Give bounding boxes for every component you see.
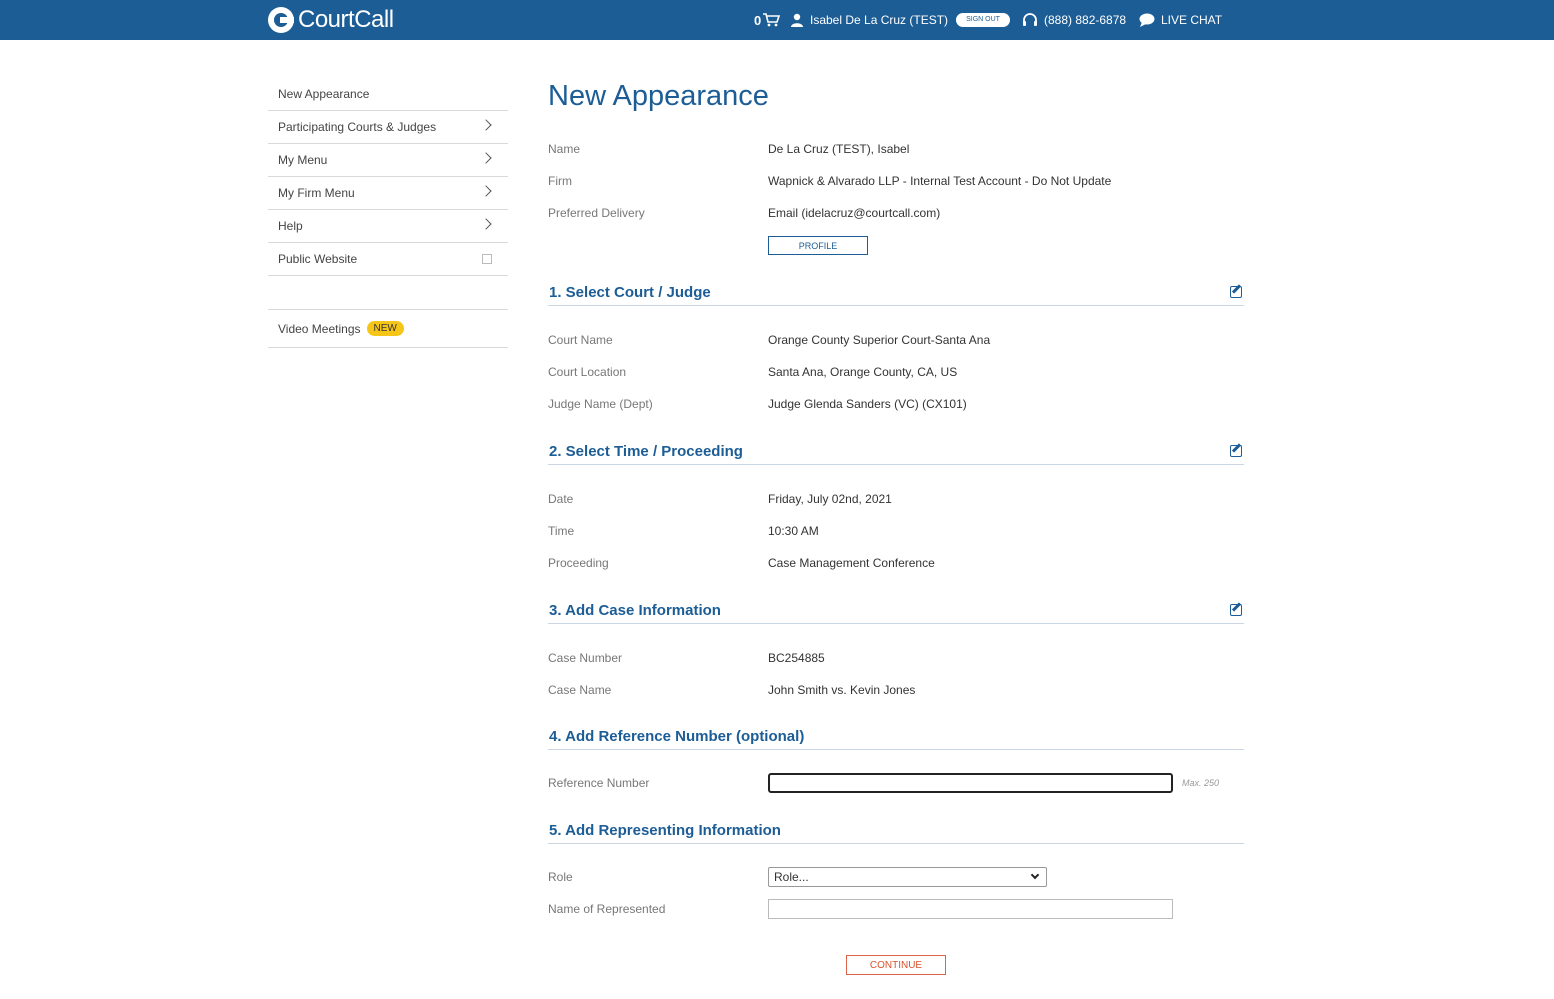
section-select-time-proceeding: 2. Select Time / Proceeding: [548, 443, 1244, 465]
proceeding-value: Case Management Conference: [768, 556, 935, 570]
shopping-cart-icon: [763, 13, 781, 27]
user-icon: [791, 13, 803, 27]
sidebar-item-label: New Appearance: [278, 87, 370, 101]
edit-icon[interactable]: [1230, 445, 1242, 457]
reference-number-input[interactable]: [768, 773, 1173, 793]
sidebar-item-my-menu[interactable]: My Menu: [268, 144, 508, 177]
court-location-value: Santa Ana, Orange County, CA, US: [768, 365, 958, 379]
user-name: Isabel De La Cruz (TEST): [810, 13, 949, 27]
sidebar-item-label: My Menu: [278, 153, 328, 167]
role-label: Role: [548, 870, 573, 884]
name-of-represented-input[interactable]: [768, 899, 1173, 919]
role-selected-value: Role...: [774, 870, 809, 884]
date-value: Friday, July 02nd, 2021: [768, 492, 892, 506]
section-title: 1. Select Court / Judge: [549, 284, 711, 301]
case-name-label: Case Name: [548, 683, 612, 697]
court-name-value: Orange County Superior Court-Santa Ana: [768, 333, 991, 347]
firm-value: Wapnick & Alvarado LLP - Internal Test A…: [768, 174, 1112, 188]
user-account[interactable]: Isabel De La Cruz (TEST): [790, 0, 948, 40]
sidebar-item-label: Video Meetings: [278, 321, 361, 336]
top-navigation-bar: CourtCall 0 Isabel De La Cruz (TEST) SIG…: [0, 0, 1554, 40]
sidebar-item-my-firm-menu[interactable]: My Firm Menu: [268, 177, 508, 210]
name-value: De La Cruz (TEST), Isabel: [768, 142, 910, 156]
reference-number-label: Reference Number: [548, 776, 650, 790]
chevron-right-icon: [480, 152, 492, 164]
chevron-right-icon: [480, 119, 492, 131]
court-location-label: Court Location: [548, 365, 627, 379]
edit-icon[interactable]: [1230, 604, 1242, 616]
case-number-label: Case Number: [548, 651, 623, 665]
proceeding-label: Proceeding: [548, 556, 609, 570]
name-label: Name: [548, 142, 581, 156]
sidebar-item-public-website[interactable]: Public Website: [268, 243, 508, 276]
profile-button[interactable]: PROFILE: [768, 236, 868, 255]
live-chat-button[interactable]: LIVE CHAT: [1139, 0, 1222, 40]
chevron-right-icon: [480, 218, 492, 230]
case-number-value: BC254885: [768, 651, 825, 665]
continue-button[interactable]: CONTINUE: [846, 955, 946, 975]
case-name-value: John Smith vs. Kevin Jones: [768, 683, 916, 697]
judge-name-label: Judge Name (Dept): [548, 397, 653, 411]
judge-name-value: Judge Glenda Sanders (VC) (CX101): [768, 397, 967, 411]
sidebar-item-label: Help: [278, 219, 303, 233]
chat-bubble-icon: [1139, 13, 1155, 27]
court-name-label: Court Name: [548, 333, 613, 347]
chevron-down-icon: [1030, 870, 1040, 880]
preferred-delivery-value: Email (idelacruz@courtcall.com): [768, 206, 941, 220]
new-badge: NEW: [366, 321, 404, 336]
time-value: 10:30 AM: [768, 524, 819, 538]
firm-label: Firm: [548, 174, 572, 188]
courtcall-logo[interactable]: CourtCall: [268, 6, 394, 34]
courtcall-logo-icon: [268, 7, 294, 33]
role-select[interactable]: Role...: [768, 867, 1047, 887]
external-link-icon: [482, 254, 492, 264]
sidebar-item-new-appearance[interactable]: New Appearance: [268, 78, 508, 111]
preferred-delivery-label: Preferred Delivery: [548, 206, 645, 220]
chevron-right-icon: [480, 185, 492, 197]
live-chat-label: LIVE CHAT: [1161, 13, 1223, 27]
edit-icon[interactable]: [1230, 286, 1242, 298]
phone-number: (888) 882-6878: [1044, 13, 1127, 27]
phone-contact[interactable]: (888) 882-6878: [1022, 0, 1126, 40]
cart-count: 0: [754, 12, 762, 28]
sidebar-item-label: Public Website: [278, 252, 358, 266]
sidebar-item-label: Participating Courts & Judges: [278, 120, 437, 134]
sidebar-divider: [268, 276, 508, 310]
section-title: 2. Select Time / Proceeding: [549, 443, 743, 460]
sidebar-menu: New Appearance Participating Courts & Ju…: [268, 78, 508, 348]
page-title: New Appearance: [548, 80, 769, 112]
max-length-note: Max. 250: [1182, 778, 1220, 788]
date-label: Date: [548, 492, 574, 506]
brand-name: CourtCall: [298, 6, 394, 33]
sidebar-item-label: My Firm Menu: [278, 186, 355, 200]
headset-icon: [1023, 12, 1037, 26]
represented-label: Name of Represented: [548, 902, 666, 916]
time-label: Time: [548, 524, 575, 538]
section-case-information: 3. Add Case Information: [548, 602, 1244, 624]
sign-out-button[interactable]: SIGN OUT: [956, 13, 1010, 27]
section-select-court-judge: 1. Select Court / Judge: [548, 284, 1244, 306]
section-title: 3. Add Case Information: [549, 602, 721, 619]
cart-button[interactable]: 0: [754, 0, 781, 40]
sidebar-item-video-meetings[interactable]: Video Meetings NEW: [268, 310, 508, 348]
section-representing-information: 5. Add Representing Information: [548, 822, 1244, 844]
section-title: 4. Add Reference Number (optional): [549, 728, 805, 745]
section-reference-number: 4. Add Reference Number (optional): [548, 728, 1244, 750]
sidebar-item-participating-courts[interactable]: Participating Courts & Judges: [268, 111, 508, 144]
sidebar-item-help[interactable]: Help: [268, 210, 508, 243]
section-title: 5. Add Representing Information: [549, 822, 781, 839]
